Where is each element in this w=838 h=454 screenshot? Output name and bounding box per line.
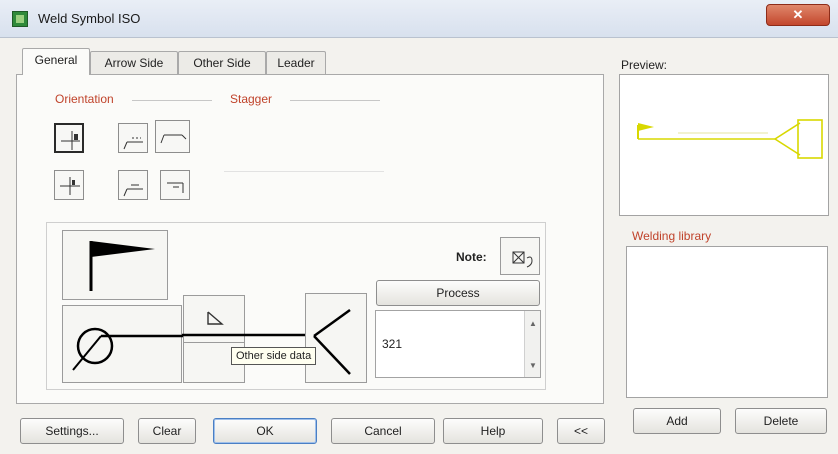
process-scrollbar[interactable]: ▲ ▼ <box>524 311 540 377</box>
tab-general[interactable]: General <box>22 48 90 75</box>
reference-cell[interactable] <box>62 305 183 383</box>
window-title: Weld Symbol ISO <box>38 11 141 26</box>
preview-label: Preview: <box>621 58 668 72</box>
process-value: 321 <box>382 337 403 351</box>
help-button[interactable]: Help <box>443 418 543 444</box>
tab-arrow-side[interactable]: Arrow Side <box>90 51 178 74</box>
process-button[interactable]: Process <box>376 280 540 306</box>
orientation-label: Orientation <box>55 92 114 106</box>
stagger-divider <box>290 100 380 101</box>
add-button[interactable]: Add <box>633 408 721 434</box>
orientation-option-4[interactable] <box>54 170 84 200</box>
weld-preview-icon <box>637 119 823 159</box>
settings-button[interactable]: Settings... <box>20 418 124 444</box>
stagger-box <box>224 110 384 172</box>
note-button[interactable] <box>500 237 540 275</box>
delete-button[interactable]: Delete <box>735 408 827 434</box>
app-icon <box>12 11 28 27</box>
process-textbox[interactable]: 321 ▲ ▼ <box>375 310 541 378</box>
tail-cell[interactable] <box>305 293 367 383</box>
orientation-divider <box>132 100 212 101</box>
scroll-up-icon[interactable]: ▲ <box>529 319 537 328</box>
close-button[interactable]: ✕ <box>766 4 830 26</box>
preview-box <box>619 74 829 216</box>
flag-cell[interactable] <box>62 230 168 300</box>
scroll-down-icon[interactable]: ▼ <box>529 361 537 370</box>
orientation-option-3[interactable] <box>155 120 190 153</box>
welding-library-label: Welding library <box>632 229 712 243</box>
orientation-option-2[interactable] <box>118 123 148 153</box>
welding-library-list[interactable] <box>626 246 828 398</box>
collapse-button[interactable]: << <box>557 418 605 444</box>
tooltip-other-side-data: Other side data <box>231 347 317 365</box>
stagger-label: Stagger <box>230 92 273 106</box>
note-label: Note: <box>456 250 487 264</box>
clear-button[interactable]: Clear <box>138 418 196 444</box>
tab-leader[interactable]: Leader <box>266 51 326 74</box>
cancel-button[interactable]: Cancel <box>331 418 435 444</box>
tab-other-side[interactable]: Other Side <box>178 51 266 74</box>
orientation-option-5[interactable] <box>118 170 148 200</box>
ok-button[interactable]: OK <box>213 418 317 444</box>
orientation-option-6[interactable] <box>160 170 190 200</box>
orientation-option-1[interactable] <box>54 123 84 153</box>
